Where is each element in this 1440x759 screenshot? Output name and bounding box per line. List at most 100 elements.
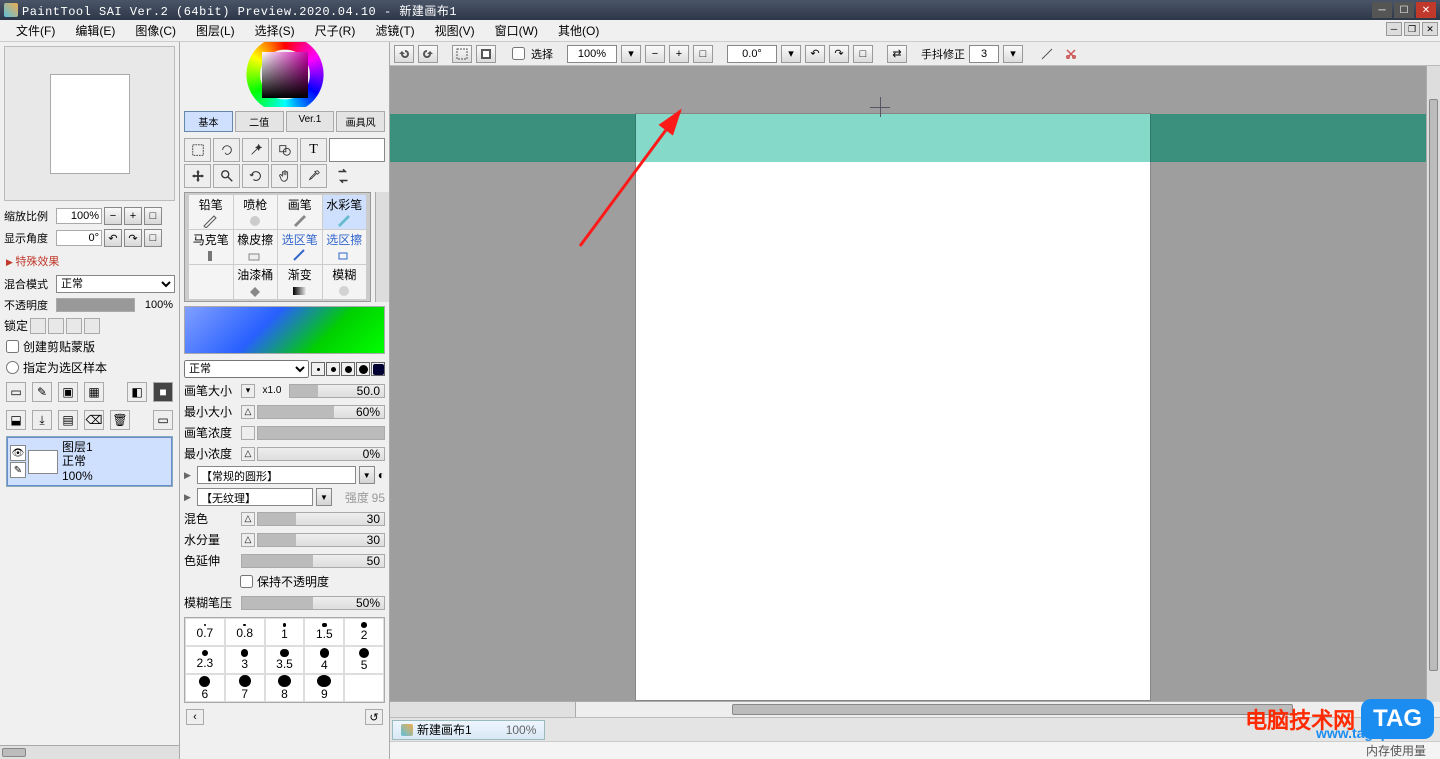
swap-colors-button[interactable] [329,164,356,188]
lock-opacity-button[interactable] [30,318,46,334]
brush-gradient[interactable]: 渐变 [278,265,322,299]
new-layer-button[interactable]: ▭ [6,382,26,402]
brush-airbrush[interactable]: 喷枪 [234,195,278,229]
brush-texture-expand-icon[interactable]: ▶ [184,492,194,503]
move-tool[interactable] [184,164,211,188]
size-preset-1[interactable] [311,362,325,376]
brush-size-cell[interactable]: 9 [304,674,344,702]
canvas-rotate-cw-button[interactable]: ↷ [829,45,849,63]
brush-shape-select[interactable]: 【常规的圆形】 [197,466,356,484]
canvas-hscroll-thumb[interactable] [732,704,1294,715]
brush-size-slider[interactable]: 50.0 [289,384,385,398]
menu-file[interactable]: 文件(F) [6,20,65,41]
invert-selection-button[interactable] [476,45,496,63]
selection-source-radio[interactable] [6,361,19,374]
left-panel-scroll-thumb[interactable] [2,748,26,757]
blending-slider[interactable]: 30 [257,512,385,526]
min-size-slider[interactable]: 60% [257,405,385,419]
canvas-vscroll-thumb[interactable] [1429,99,1438,672]
clear-layer-button[interactable]: ⌫ [84,410,104,430]
canvas-document[interactable] [636,114,1150,700]
menu-ruler[interactable]: 尺子(R) [305,20,366,41]
panel-reset-button[interactable]: ↺ [365,709,383,725]
hand-tool[interactable] [271,164,298,188]
tab-paintstyle[interactable]: 画具风 [336,111,385,132]
blur-pressure-slider[interactable]: 50% [241,596,385,610]
brush-size-cell[interactable]: 0.7 [185,618,225,646]
new-mask-button[interactable]: ▦ [84,382,104,402]
brush-texture-dropdown-icon[interactable]: ▼ [316,488,332,506]
brush-select-erase[interactable]: 选区擦 [323,230,367,264]
menu-image[interactable]: 图像(C) [125,20,186,41]
left-panel-scrollbar[interactable] [0,745,179,759]
brush-size-link-icon[interactable]: ▾ [241,384,255,398]
rect-select-tool[interactable] [184,138,211,162]
new-folder-button[interactable]: ▣ [58,382,78,402]
undo-button[interactable] [394,45,414,63]
brush-size-cell[interactable]: 2.3 [185,646,225,674]
delete-layer-button[interactable]: 🗑 [110,410,130,430]
spread-slider[interactable]: 50 [241,554,385,568]
zoom-value[interactable]: 100% [56,208,102,224]
brush-pencil[interactable]: 铅笔 [189,195,233,229]
close-button[interactable]: ✕ [1416,2,1436,18]
brush-size-cell[interactable]: 5 [344,646,384,674]
color-square[interactable] [262,52,308,98]
shape-tool[interactable] [271,138,298,162]
size-preset-2[interactable] [326,362,340,376]
canvas-vertical-scrollbar[interactable] [1426,66,1440,717]
color-picker[interactable] [180,42,389,107]
layer-options-button[interactable]: ■ [153,382,173,402]
canvas-angle-dropdown[interactable]: ▾ [781,45,801,63]
flip-horizontal-button[interactable]: ⇄ [887,45,907,63]
tab-basic[interactable]: 基本 [184,111,233,132]
mdi-minimize-button[interactable]: ─ [1386,22,1402,36]
eyedropper-tool[interactable] [300,164,327,188]
brush-size-cell[interactable]: 7 [225,674,265,702]
brush-eraser[interactable]: 橡皮擦 [234,230,278,264]
brush-shape-dropdown-icon[interactable]: ▼ [359,466,375,484]
layer-edit-toggle[interactable]: ✎ [10,462,26,478]
min-density-pressure-icon[interactable]: △ [241,447,255,461]
size-preset-3[interactable] [341,362,355,376]
brush-shape-expand-icon[interactable]: ▶ [184,470,194,481]
menu-filter[interactable]: 滤镜(T) [365,20,424,41]
menu-window[interactable]: 窗口(W) [485,20,548,41]
clip-mask-checkbox[interactable] [6,340,19,353]
rotate-ccw-button[interactable]: ↶ [104,229,122,247]
brush-bucket[interactable]: 油漆桶 [234,265,278,299]
menu-layer[interactable]: 图层(L) [186,20,245,41]
brush-size-mult[interactable]: x1.0 [257,385,287,396]
size-preset-4[interactable] [356,362,370,376]
water-pressure-icon[interactable]: △ [241,533,255,547]
zoom-reset-button[interactable]: □ [144,207,162,225]
angle-reset-button[interactable]: □ [144,229,162,247]
tab-ver1[interactable]: Ver.1 [286,111,335,132]
text-tool[interactable]: T [300,138,327,162]
menu-other[interactable]: 其他(O) [548,20,609,41]
rotate-view-tool[interactable] [242,164,269,188]
selection-mode-checkbox[interactable] [512,47,525,60]
brush-size-cell[interactable]: 3 [225,646,265,674]
brush-grid-scrollbar[interactable] [375,192,389,302]
deselect-button[interactable] [452,45,472,63]
lock-paint-button[interactable] [48,318,64,334]
navigator[interactable] [4,46,175,201]
canvas-horizontal-scrollbar[interactable] [390,701,1440,717]
density-link-icon[interactable] [241,426,255,440]
lock-all-button[interactable] [84,318,100,334]
brush-size-cell[interactable]: 4 [304,646,344,674]
angle-value[interactable]: 0° [56,230,102,246]
opacity-slider[interactable]: 100% [56,298,175,312]
scissors-icon[interactable] [1061,45,1081,63]
document-tab[interactable]: 新建画布1 100% [392,720,545,740]
minimize-button[interactable]: ─ [1372,2,1392,18]
mdi-restore-button[interactable]: ❐ [1404,22,1420,36]
canvas-area[interactable] [390,66,1440,701]
keep-opacity-checkbox[interactable] [240,575,253,588]
canvas-zoom-in-button[interactable]: + [669,45,689,63]
canvas-zoom-field[interactable] [567,45,617,63]
brush-blur[interactable]: 模糊 [323,265,367,299]
flatten-button[interactable]: ▤ [58,410,78,430]
min-density-slider[interactable]: 0% [257,447,385,461]
